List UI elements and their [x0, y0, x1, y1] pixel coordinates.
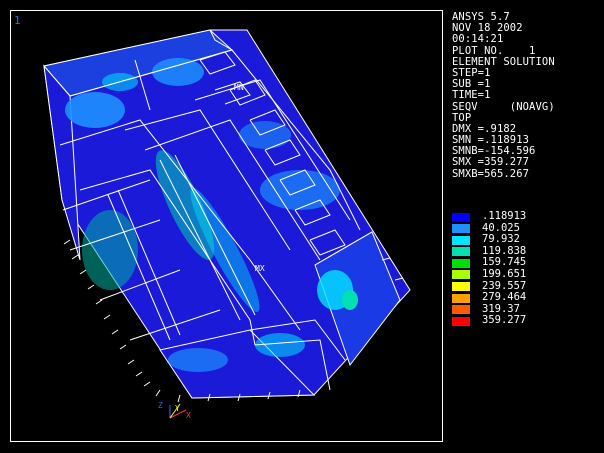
legend-row: 359.277	[452, 315, 598, 327]
legend-swatch	[452, 270, 470, 280]
smx-value: SMX =359.277	[452, 156, 530, 169]
smxb-value: SMXB=565.267	[452, 167, 530, 180]
legend-swatch	[452, 258, 470, 268]
min-marker: MN	[234, 83, 244, 92]
max-marker: MX	[255, 264, 265, 273]
legend-row: .118913	[452, 210, 598, 223]
plot-time: 00:14:21	[452, 33, 504, 46]
contour-legend: .118913 40.025 79.932 119.838 159.745 19…	[452, 210, 598, 327]
result-item: SEQV (NOAVG)	[452, 100, 555, 113]
legend-value: 199.651	[482, 267, 527, 280]
legend-swatch	[452, 212, 470, 222]
legend-value: 359.277	[482, 314, 527, 327]
legend-swatch	[452, 235, 470, 245]
legend-row: 199.651	[452, 267, 598, 281]
legend-swatch	[452, 282, 470, 292]
legend-row: 279.464	[452, 292, 598, 304]
axis-z-label: Z	[158, 401, 163, 410]
axis-y-label: Y	[175, 404, 180, 413]
axis-x-label: X	[186, 411, 191, 420]
legend-swatch	[452, 316, 470, 326]
legend-value: 279.464	[482, 291, 527, 304]
legend-swatch	[452, 293, 470, 303]
legend-swatch	[452, 224, 470, 234]
legend-swatch	[452, 305, 470, 315]
legend-value: .118913	[482, 210, 527, 222]
legend-swatch	[452, 247, 470, 257]
axis-triad: Z Y X	[158, 401, 191, 420]
plot-info-panel: ANSYS 5.7 NOV 18 2002 00:14:21 PLOT NO. …	[452, 11, 598, 180]
legend-row: 40.025	[452, 222, 598, 235]
time-value: TIME=1	[452, 89, 491, 102]
